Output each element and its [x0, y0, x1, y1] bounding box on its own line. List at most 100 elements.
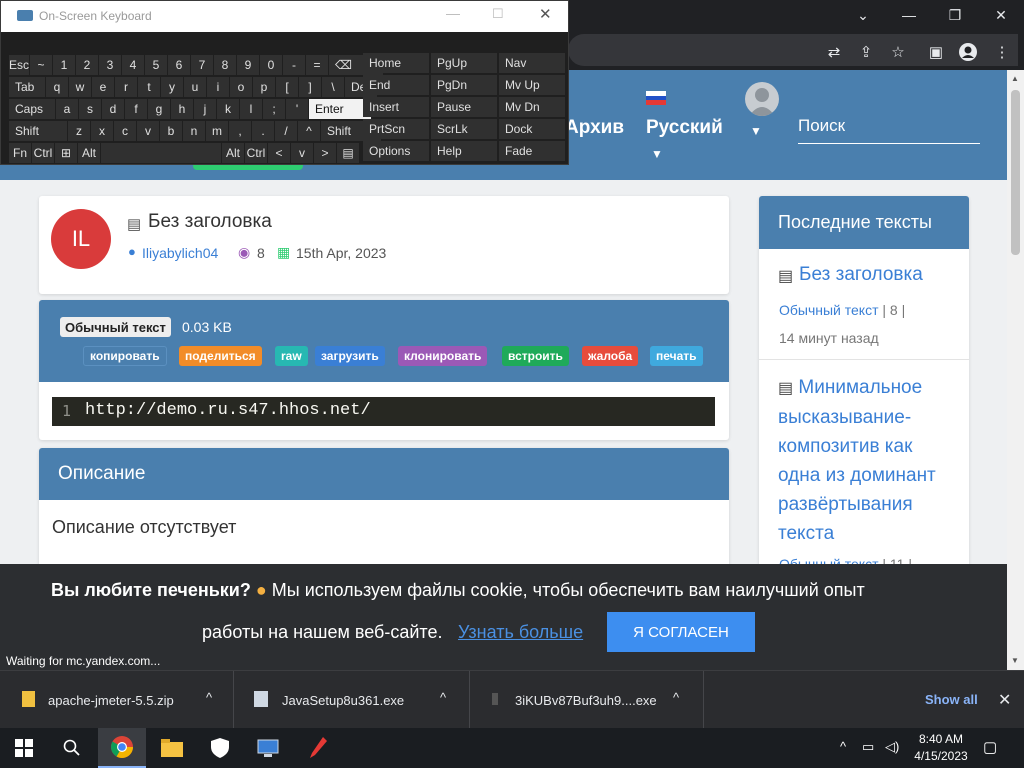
osk-nav-key[interactable]: Fade: [499, 141, 565, 161]
search-icon[interactable]: [48, 728, 96, 768]
osk-key-1[interactable]: a: [56, 99, 78, 119]
share-button[interactable]: поделиться: [179, 346, 262, 366]
tab-search-chevron-icon[interactable]: ⌄: [840, 0, 886, 30]
osk-key-6[interactable]: h: [171, 99, 193, 119]
osk-nav-key[interactable]: PgUp: [431, 53, 497, 73]
osk-key-8[interactable]: i: [207, 77, 229, 97]
osk-key-10[interactable]: ▤: [337, 143, 359, 163]
user-chevron-icon[interactable]: ▼: [750, 124, 762, 138]
osk-nav-key[interactable]: ScrLk: [431, 119, 497, 139]
recent-item-2[interactable]: ▤ Минимальное высказывание-композитив ка…: [778, 373, 958, 548]
cookie-learn-more-link[interactable]: Узнать больше: [458, 622, 583, 643]
osk-key-2[interactable]: 1: [53, 55, 75, 75]
osk-key-4[interactable]: r: [115, 77, 137, 97]
osk-nav-key[interactable]: Mv Up: [499, 75, 565, 95]
osk-key-6[interactable]: n: [183, 121, 205, 141]
close-shelf-icon[interactable]: ✕: [998, 690, 1011, 710]
osk-key-5[interactable]: Alt: [222, 143, 244, 163]
osk-key-1[interactable]: ~: [30, 55, 52, 75]
osk-key-8[interactable]: 7: [191, 55, 213, 75]
osk-key-12[interactable]: -: [283, 55, 305, 75]
copy-button[interactable]: копировать: [83, 346, 167, 366]
osk-key-6[interactable]: Ctrl: [245, 143, 267, 163]
osk-key-4[interactable]: v: [137, 121, 159, 141]
recent-item-title-2[interactable]: Минимальное высказывание-композитив как …: [778, 377, 936, 544]
osk-key-2[interactable]: ⊞: [55, 143, 77, 163]
raw-button[interactable]: raw: [275, 346, 308, 366]
minimize-button[interactable]: —: [886, 0, 932, 30]
osk-maximize-button[interactable]: ☐: [492, 6, 504, 22]
network-app-icon[interactable]: [244, 728, 292, 768]
osk-key-0[interactable]: Fn: [9, 143, 31, 163]
osk-key-8[interactable]: ,: [229, 121, 251, 141]
osk-key-5[interactable]: 4: [122, 55, 144, 75]
bookmark-star-icon[interactable]: ☆: [884, 40, 912, 64]
osk-key-2[interactable]: x: [91, 121, 113, 141]
osk-key-10[interactable]: 9: [237, 55, 259, 75]
osk-key-11[interactable]: ': [286, 99, 308, 119]
osk-key-10[interactable]: ;: [263, 99, 285, 119]
volume-tray-icon[interactable]: ◁): [885, 739, 899, 755]
clock[interactable]: 8:40 AM 4/15/2023: [911, 731, 971, 765]
osk-key-1[interactable]: q: [46, 77, 68, 97]
tray-chevron-icon[interactable]: ^: [840, 739, 846, 754]
osk-key-9[interactable]: l: [240, 99, 262, 119]
osk-key-3[interactable]: d: [102, 99, 124, 119]
search-input[interactable]: [798, 108, 980, 144]
nav-archive-link[interactable]: Архив: [565, 117, 624, 139]
osk-nav-key[interactable]: Options: [363, 141, 429, 161]
osk-key-3[interactable]: Alt: [78, 143, 100, 163]
scroll-up-arrow[interactable]: ▲: [1011, 74, 1019, 83]
address-bar[interactable]: [568, 34, 1018, 66]
osk-nav-key[interactable]: Pause: [431, 97, 497, 117]
recent-item-type[interactable]: Обычный текст: [779, 302, 879, 318]
download-button[interactable]: загрузить: [315, 346, 385, 366]
download-item[interactable]: 3iKUBv87Buf3uh9....exe ^: [470, 671, 704, 729]
user-avatar-icon[interactable]: [745, 82, 779, 116]
print-button[interactable]: печать: [650, 346, 703, 366]
osk-nav-key[interactable]: Home: [363, 53, 429, 73]
osk-key-0[interactable]: Esc: [9, 55, 29, 75]
osk-nav-key[interactable]: PrtScn: [363, 119, 429, 139]
recent-item-title[interactable]: Без заголовка: [799, 264, 923, 286]
osk-nav-key[interactable]: Insert: [363, 97, 429, 117]
download-options-chevron-icon[interactable]: ^: [206, 690, 212, 705]
profile-icon[interactable]: [954, 40, 982, 64]
osk-key-6[interactable]: 5: [145, 55, 167, 75]
osk-key-4[interactable]: 3: [99, 55, 121, 75]
osk-key-1[interactable]: Ctrl: [32, 143, 54, 163]
osk-key-5[interactable]: b: [160, 121, 182, 141]
osk-key-9[interactable]: o: [230, 77, 252, 97]
nav-language-link[interactable]: Русский: [646, 117, 723, 139]
restore-button[interactable]: ❐: [932, 0, 978, 30]
side-panel-icon[interactable]: ▣: [922, 40, 950, 64]
notification-icon[interactable]: ▢: [983, 738, 997, 756]
osk-key-11[interactable]: 0: [260, 55, 282, 75]
osk-key-9[interactable]: 8: [214, 55, 236, 75]
report-button[interactable]: жалоба: [582, 346, 639, 366]
osk-nav-key[interactable]: Help: [431, 141, 497, 161]
osk-key-4[interactable]: f: [125, 99, 147, 119]
embed-button[interactable]: встроить: [502, 346, 569, 366]
author-avatar[interactable]: IL: [51, 209, 111, 269]
osk-key-10[interactable]: /: [275, 121, 297, 141]
osk-key-5[interactable]: g: [148, 99, 170, 119]
osk-key-11[interactable]: [: [276, 77, 298, 97]
start-button-icon[interactable]: [0, 728, 48, 768]
osk-key-13[interactable]: =: [306, 55, 328, 75]
recent-item-type-2[interactable]: Обычный текст: [779, 556, 879, 564]
osk-nav-key[interactable]: Dock: [499, 119, 565, 139]
cookie-accept-button[interactable]: Я СОГЛАСЕН: [607, 612, 755, 652]
network-tray-icon[interactable]: ▭: [862, 739, 874, 755]
osk-titlebar[interactable]: On-Screen Keyboard — ☐ ✕: [1, 1, 568, 32]
osk-key-10[interactable]: p: [253, 77, 275, 97]
osk-key-7[interactable]: <: [268, 143, 290, 163]
download-item[interactable]: apache-jmeter-5.5.zip ^: [0, 671, 234, 729]
osk-key-11[interactable]: ^: [298, 121, 320, 141]
osk-key-12[interactable]: ]: [299, 77, 321, 97]
scroll-down-arrow[interactable]: ▼: [1011, 656, 1019, 665]
osk-nav-key[interactable]: PgDn: [431, 75, 497, 95]
osk-key-6[interactable]: y: [161, 77, 183, 97]
menu-dots-icon[interactable]: ⋮: [988, 40, 1016, 64]
osk-key-5[interactable]: t: [138, 77, 160, 97]
